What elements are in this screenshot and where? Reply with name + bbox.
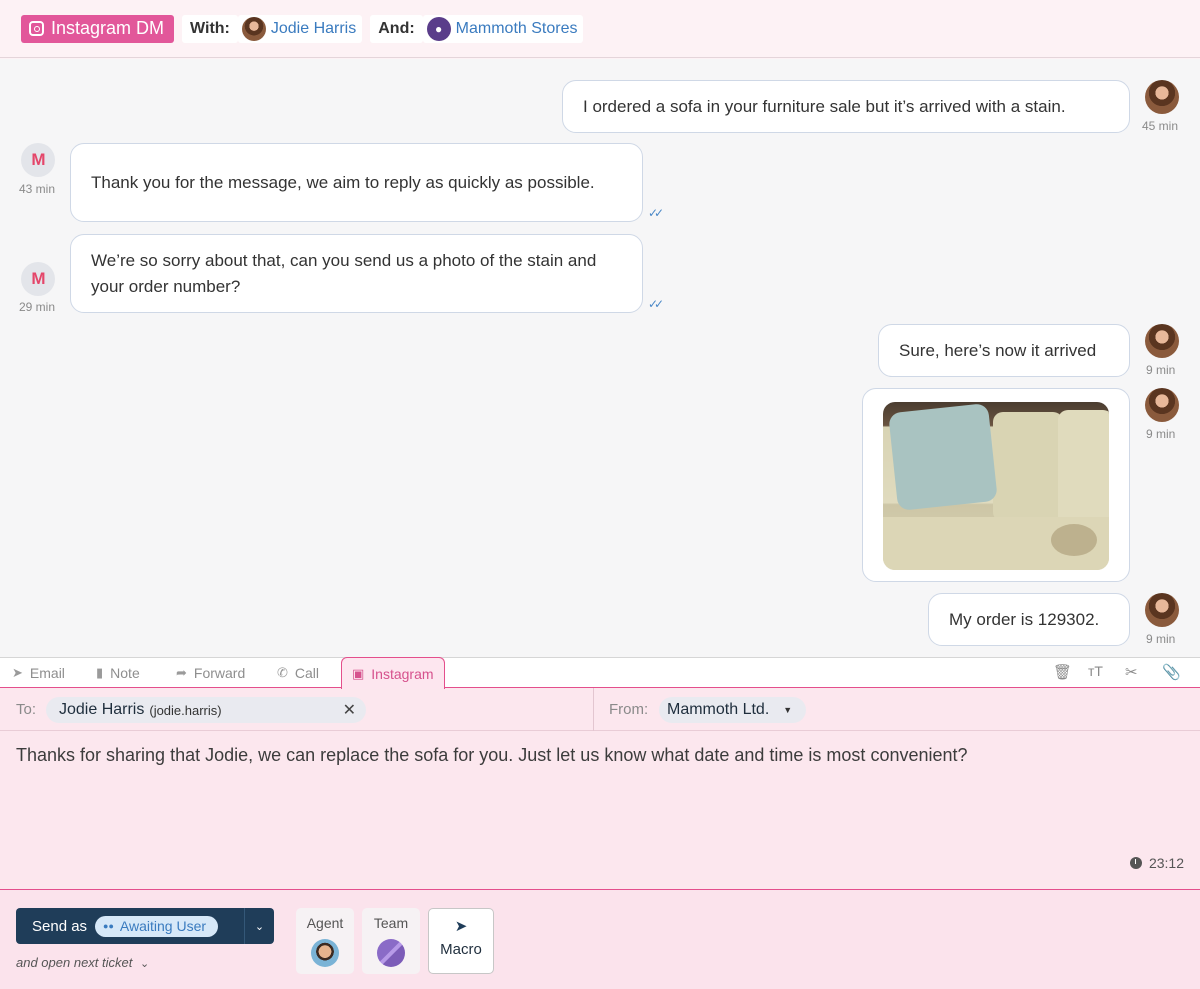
brand-avatar-icon: M	[21, 262, 55, 296]
team-assign-button[interactable]: Team	[362, 908, 420, 974]
avatar	[377, 939, 405, 967]
send-button[interactable]: Send as ●● Awaiting User ⌄	[16, 908, 274, 944]
address-row: To: Jodie Harris (jodie.harris) ✕ From: …	[0, 688, 1200, 731]
and-label: And:	[370, 14, 423, 43]
channel-label: Instagram DM	[51, 18, 165, 38]
close-icon[interactable]: ✕	[343, 700, 356, 720]
send-label: Send as	[32, 917, 88, 935]
chevron-down-icon: ▼	[783, 705, 793, 715]
composer-tabs: ➤ Email ▮ Note ➦ Forward ✆ Call ▣ Instag…	[0, 657, 1200, 689]
read-receipt-icon: ✓✓	[648, 297, 664, 311]
recipient-name: Jodie Harris	[59, 701, 145, 718]
paperclip-icon[interactable]: 📎	[1162, 663, 1181, 681]
agent-assign-button[interactable]: Agent	[296, 908, 354, 974]
reply-composer: ➤ Email ▮ Note ➦ Forward ✆ Call ▣ Instag…	[0, 657, 1200, 989]
message-text: I ordered a sofa in your furniture sale …	[583, 96, 1066, 116]
avatar	[1145, 593, 1179, 627]
agent-label: Agent	[306, 915, 344, 931]
avatar	[1145, 324, 1179, 358]
instagram-icon	[29, 21, 44, 36]
read-receipt-icon: ✓✓	[648, 206, 664, 220]
chevron-down-icon: ⌄	[139, 958, 150, 970]
tab-label: Note	[110, 665, 140, 681]
recipient-chip[interactable]: Jodie Harris (jodie.harris) ✕	[46, 697, 366, 723]
next-ticket-label: and open next ticket	[16, 955, 133, 970]
divider	[593, 688, 594, 731]
text-size-icon[interactable]: тT	[1088, 663, 1103, 679]
to-label: To:	[16, 701, 37, 718]
document-icon: ▮	[96, 665, 104, 680]
status-label: Awaiting User	[119, 918, 207, 934]
message-bubble: We’re so sorry about that, can you send …	[70, 234, 643, 313]
tab-label: Call	[294, 665, 320, 681]
tab-email[interactable]: ➤ Email	[12, 658, 65, 688]
tab-call[interactable]: ✆ Call	[277, 658, 319, 688]
tab-instagram[interactable]: ▣ Instagram	[341, 657, 445, 689]
composer-footer: Send as ●● Awaiting User ⌄ and open next…	[0, 889, 1200, 989]
team-label: Team	[373, 915, 409, 931]
timer: 23:12	[1129, 855, 1184, 871]
brand-logo-icon: ●	[426, 16, 451, 41]
tab-label: Forward	[193, 665, 246, 681]
message-time: 9 min	[1146, 632, 1176, 646]
users-icon: ●●	[103, 921, 114, 931]
avatar	[311, 939, 339, 967]
from-select[interactable]: Mammoth Ltd. ▼	[659, 697, 807, 723]
image-message[interactable]	[862, 388, 1130, 582]
brand-avatar-icon: M	[21, 143, 55, 177]
phone-icon: ✆	[277, 665, 288, 680]
with-label: With:	[182, 14, 238, 43]
status-badge: ●● Awaiting User	[95, 915, 219, 937]
scissors-icon[interactable]: ✂	[1125, 663, 1138, 681]
tab-forward[interactable]: ➦ Forward	[176, 658, 245, 688]
tab-label: Email	[29, 665, 65, 681]
avatar	[241, 16, 266, 41]
macro-button[interactable]: ➤ Macro	[428, 908, 494, 974]
message-text: Sure, here’s now it arrived	[899, 340, 1097, 360]
avatar	[1145, 80, 1179, 114]
tab-label: Instagram	[371, 665, 434, 682]
message-text: We’re so sorry about that, can you send …	[91, 250, 597, 296]
message-bubble: Thank you for the message, we aim to rep…	[70, 143, 643, 222]
paper-plane-icon: ➤	[12, 665, 23, 680]
with-user-link[interactable]: Jodie Harris	[237, 14, 363, 43]
tab-note[interactable]: ▮ Note	[96, 658, 140, 688]
channel-badge: Instagram DM	[21, 14, 175, 43]
clock-icon	[1129, 857, 1142, 869]
message-text: My order is 129302.	[949, 609, 1100, 629]
from-label: From:	[609, 701, 649, 718]
message-time: 9 min	[1146, 363, 1176, 377]
message-bubble: I ordered a sofa in your furniture sale …	[562, 80, 1130, 133]
chevron-down-icon[interactable]: ⌄	[244, 908, 274, 944]
message-time: 45 min	[1142, 119, 1179, 133]
message-time: 43 min	[19, 182, 56, 196]
with-user-name: Jodie Harris	[270, 19, 357, 37]
rocket-icon: ➤	[454, 918, 468, 935]
conversation-header: Instagram DM With: Jodie Harris And: ● M…	[0, 0, 1200, 58]
message-time: 29 min	[19, 300, 56, 314]
message-body-input[interactable]: Thanks for sharing that Jodie, we can re…	[16, 745, 1176, 766]
instagram-icon: ▣	[352, 665, 365, 681]
avatar	[1145, 388, 1179, 422]
trash-icon[interactable]: 🗑	[1053, 663, 1072, 681]
sofa-photo[interactable]	[883, 402, 1109, 570]
and-brand-name: Mammoth Stores	[455, 19, 578, 37]
message-bubble: Sure, here’s now it arrived	[878, 324, 1130, 377]
open-next-ticket-toggle[interactable]: and open next ticket ⌄	[16, 955, 149, 970]
message-time: 9 min	[1146, 427, 1176, 441]
from-value: Mammoth Ltd.	[667, 701, 770, 718]
message-text: Thank you for the message, we aim to rep…	[91, 172, 595, 192]
recipient-handle: (jodie.harris)	[149, 702, 222, 718]
and-brand-link[interactable]: ● Mammoth Stores	[422, 14, 584, 43]
conversation-thread: I ordered a sofa in your furniture sale …	[0, 59, 1200, 657]
macro-label: Macro	[440, 941, 482, 958]
timer-value: 23:12	[1148, 855, 1184, 871]
message-bubble: My order is 129302.	[928, 593, 1130, 646]
forward-arrow-icon: ➦	[176, 665, 187, 680]
